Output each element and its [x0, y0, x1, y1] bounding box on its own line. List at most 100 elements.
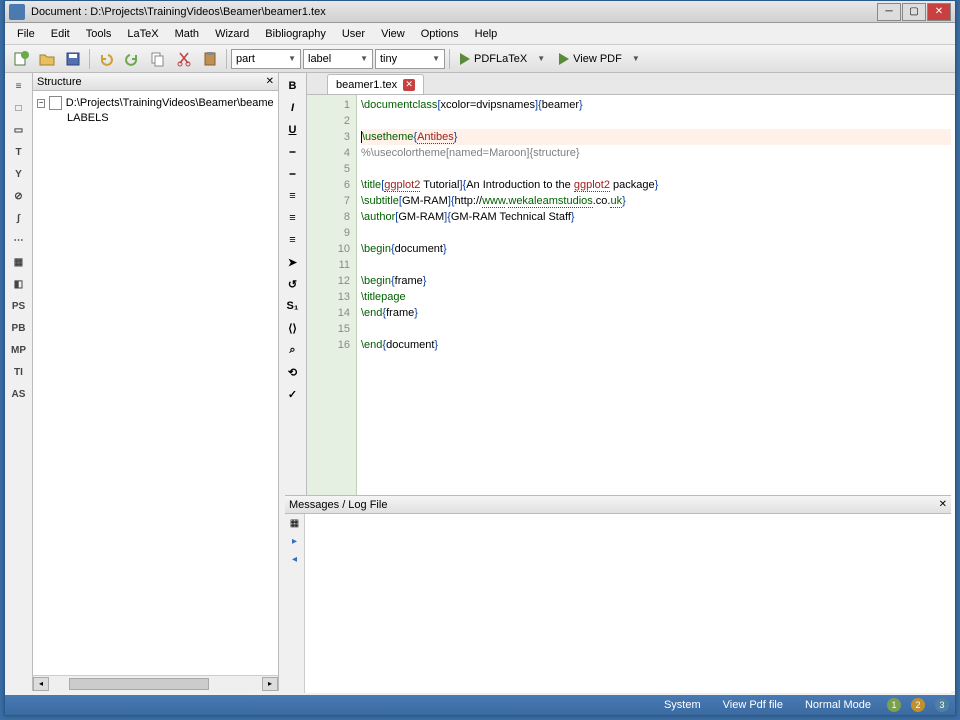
- code-line[interactable]: \end{document}: [361, 337, 951, 353]
- format-btn-4[interactable]: ⎯: [281, 164, 305, 184]
- collapse-icon[interactable]: −: [37, 99, 45, 108]
- menu-latex[interactable]: LaTeX: [119, 25, 166, 43]
- status-viewpdf[interactable]: View Pdf file: [717, 699, 789, 711]
- code-line[interactable]: \begin{frame}: [361, 273, 951, 289]
- status-badge-2[interactable]: 2: [911, 698, 925, 712]
- compile-label: PDFLaTeX: [474, 53, 527, 65]
- log-icon[interactable]: ▦: [288, 516, 302, 530]
- code-line[interactable]: [361, 225, 951, 241]
- symbol-btn-9[interactable]: ◧: [7, 274, 31, 294]
- format-btn-9[interactable]: ↺: [281, 274, 305, 294]
- new-file-button[interactable]: [9, 48, 33, 70]
- tab-close-icon[interactable]: ✕: [403, 79, 415, 91]
- prev-icon[interactable]: ◂: [288, 552, 302, 566]
- menu-user[interactable]: User: [334, 25, 373, 43]
- tree-root-label: D:\Projects\TrainingVideos\Beamer\beamer…: [66, 97, 274, 109]
- close-icon[interactable]: ✕: [939, 499, 947, 510]
- format-btn-6[interactable]: ≡: [281, 208, 305, 228]
- paste-button[interactable]: [198, 48, 222, 70]
- symbol-btn-5[interactable]: ⊘: [7, 186, 31, 206]
- tree-child-item[interactable]: LABELS: [37, 111, 274, 125]
- symbol-btn-4[interactable]: Y: [7, 164, 31, 184]
- save-button[interactable]: [61, 48, 85, 70]
- code-line[interactable]: [361, 321, 951, 337]
- structure-tree[interactable]: − D:\Projects\TrainingVideos\Beamer\beam…: [33, 91, 278, 675]
- symbol-btn-7[interactable]: ⋯: [7, 230, 31, 250]
- undo-button[interactable]: [94, 48, 118, 70]
- sectioning-combo[interactable]: part▼: [231, 49, 301, 69]
- format-btn-12[interactable]: ⌕: [281, 340, 305, 360]
- format-btn-13[interactable]: ⟲: [281, 362, 305, 382]
- code-line[interactable]: \end{frame}: [361, 305, 951, 321]
- close-button[interactable]: ✕: [927, 3, 951, 21]
- line-number: 11: [309, 257, 350, 273]
- status-mode[interactable]: Normal Mode: [799, 699, 877, 711]
- code-line[interactable]: \title[ggplot2 Tutorial]{An Introduction…: [361, 177, 951, 193]
- symbol-btn-12[interactable]: MP: [7, 340, 31, 360]
- format-btn-2[interactable]: U: [281, 120, 305, 140]
- code-line[interactable]: [361, 113, 951, 129]
- view-button[interactable]: View PDF▼: [553, 48, 646, 70]
- file-tab[interactable]: beamer1.tex ✕: [327, 74, 424, 94]
- format-btn-10[interactable]: S₁: [281, 296, 305, 316]
- code-line[interactable]: [361, 257, 951, 273]
- code-line[interactable]: \author[GM-RAM]{GM-RAM Technical Staff}: [361, 209, 951, 225]
- compile-button[interactable]: PDFLaTeX▼: [454, 48, 551, 70]
- format-btn-5[interactable]: ≡: [281, 186, 305, 206]
- code-line[interactable]: [361, 161, 951, 177]
- symbol-btn-8[interactable]: ▦: [7, 252, 31, 272]
- cut-button[interactable]: [172, 48, 196, 70]
- menu-view[interactable]: View: [373, 25, 413, 43]
- status-system[interactable]: System: [658, 699, 707, 711]
- format-btn-7[interactable]: ≡: [281, 230, 305, 250]
- code-line[interactable]: %\usecolortheme[named=Maroon]{structure}: [361, 145, 951, 161]
- menu-wizard[interactable]: Wizard: [207, 25, 257, 43]
- size-combo[interactable]: tiny▼: [375, 49, 445, 69]
- symbol-btn-14[interactable]: AS: [7, 384, 31, 404]
- structure-scrollbar[interactable]: ◂ ▸: [33, 675, 278, 691]
- menu-math[interactable]: Math: [167, 25, 207, 43]
- close-icon[interactable]: ✕: [266, 76, 274, 87]
- status-badge-1[interactable]: 1: [887, 698, 901, 712]
- format-btn-14[interactable]: ✓: [281, 384, 305, 404]
- tree-root-item[interactable]: − D:\Projects\TrainingVideos\Beamer\beam…: [37, 95, 274, 111]
- code-line[interactable]: \titlepage: [361, 289, 951, 305]
- symbol-btn-6[interactable]: ∫: [7, 208, 31, 228]
- format-btn-1[interactable]: I: [281, 98, 305, 118]
- maximize-button[interactable]: ▢: [902, 3, 926, 21]
- redo-button[interactable]: [120, 48, 144, 70]
- references-combo[interactable]: label▼: [303, 49, 373, 69]
- symbol-btn-2[interactable]: ▭: [7, 120, 31, 140]
- format-btn-3[interactable]: ⎯: [281, 142, 305, 162]
- symbol-btn-11[interactable]: PB: [7, 318, 31, 338]
- menu-file[interactable]: File: [9, 25, 43, 43]
- symbol-btn-0[interactable]: ≡: [7, 76, 31, 96]
- format-btn-0[interactable]: B: [281, 76, 305, 96]
- symbol-btn-1[interactable]: □: [7, 98, 31, 118]
- open-file-button[interactable]: [35, 48, 59, 70]
- code-line[interactable]: \documentclass[xcolor=dvipsnames]{beamer…: [361, 97, 951, 113]
- messages-content[interactable]: [305, 514, 951, 693]
- next-icon[interactable]: ▸: [288, 534, 302, 548]
- copy-button[interactable]: [146, 48, 170, 70]
- scroll-thumb[interactable]: [69, 678, 209, 690]
- format-btn-8[interactable]: ➤: [281, 252, 305, 272]
- symbol-btn-10[interactable]: PS: [7, 296, 31, 316]
- scroll-left-button[interactable]: ◂: [33, 677, 49, 691]
- minimize-button[interactable]: ─: [877, 3, 901, 21]
- format-btn-11[interactable]: ⟨⟩: [281, 318, 305, 338]
- code-line[interactable]: \subtitle[GM-RAM]{http://www.wekaleamstu…: [361, 193, 951, 209]
- structure-header: Structure ✕: [33, 73, 278, 91]
- code-line[interactable]: \begin{document}: [361, 241, 951, 257]
- menu-tools[interactable]: Tools: [78, 25, 120, 43]
- code-line[interactable]: \usetheme{Antibes}: [361, 129, 951, 145]
- menu-help[interactable]: Help: [467, 25, 506, 43]
- combo-label: tiny: [380, 53, 397, 65]
- menu-edit[interactable]: Edit: [43, 25, 78, 43]
- symbol-btn-3[interactable]: T: [7, 142, 31, 162]
- menu-options[interactable]: Options: [413, 25, 467, 43]
- symbol-btn-13[interactable]: TI: [7, 362, 31, 382]
- status-badge-3[interactable]: 3: [935, 698, 949, 712]
- scroll-right-button[interactable]: ▸: [262, 677, 278, 691]
- menu-bibliography[interactable]: Bibliography: [257, 25, 334, 43]
